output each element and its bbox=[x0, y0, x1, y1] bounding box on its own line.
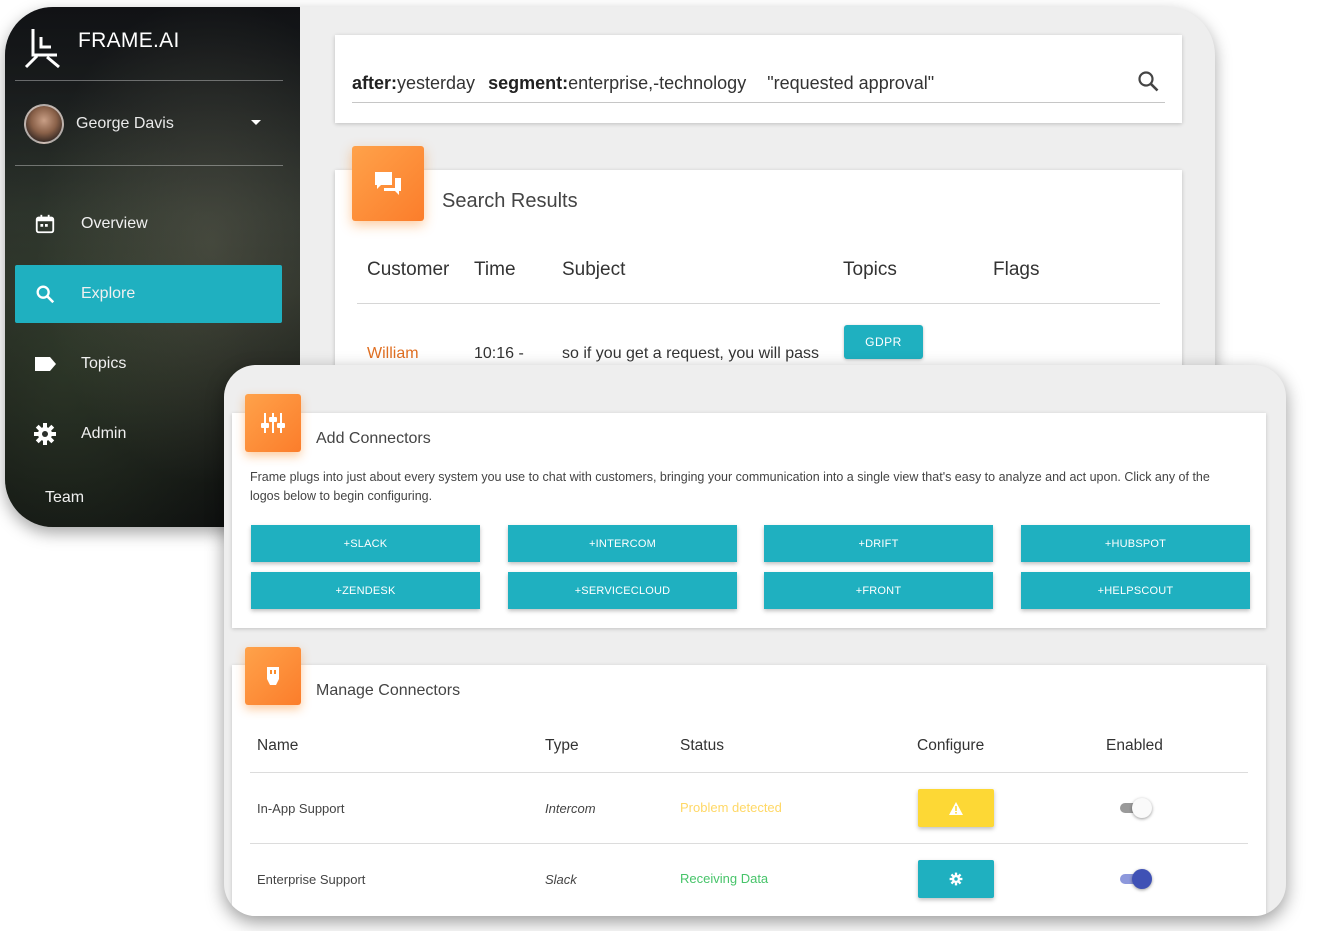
avatar[interactable] bbox=[24, 104, 64, 144]
search-value: enterprise,-technology bbox=[568, 73, 747, 93]
column-header[interactable]: Customer bbox=[367, 259, 449, 281]
chevron-down-icon[interactable] bbox=[251, 120, 261, 125]
configure-button[interactable] bbox=[918, 860, 994, 898]
topic-chip[interactable]: GDPR bbox=[844, 325, 923, 359]
add-connectors-panel: Add Connectors Frame plugs into just abo… bbox=[232, 394, 1266, 628]
column-header[interactable]: Subject bbox=[562, 259, 625, 281]
gear-icon bbox=[949, 872, 963, 886]
chat-icon bbox=[352, 146, 424, 221]
column-header: Enabled bbox=[1106, 737, 1163, 754]
column-header[interactable]: Type bbox=[545, 737, 579, 755]
sliders-icon bbox=[245, 394, 301, 452]
search-key: segment: bbox=[488, 73, 569, 93]
search-icon bbox=[33, 282, 57, 306]
sidebar-item-label: Topics bbox=[81, 355, 127, 372]
add-front-button[interactable]: +FRONT bbox=[764, 572, 993, 609]
status-badge: Receiving Data bbox=[680, 871, 769, 886]
sidebar-item-overview[interactable]: Overview bbox=[15, 195, 282, 253]
configure-button[interactable] bbox=[918, 789, 994, 827]
column-header[interactable]: Flags bbox=[993, 259, 1039, 281]
toggle-knob bbox=[1132, 798, 1152, 818]
connector-name: Enterprise Support bbox=[257, 872, 366, 887]
connector-type: Slack bbox=[545, 872, 577, 887]
connector-name: In-App Support bbox=[257, 801, 345, 816]
gear-icon bbox=[33, 422, 57, 446]
table-divider bbox=[357, 303, 1160, 304]
search-icon[interactable] bbox=[1136, 69, 1160, 93]
sidebar-item-explore[interactable]: Explore bbox=[15, 265, 282, 323]
column-header[interactable]: Time bbox=[474, 259, 516, 281]
calendar-icon bbox=[33, 212, 57, 236]
column-header[interactable]: Name bbox=[257, 737, 298, 755]
admin-window: Add Connectors Frame plugs into just abo… bbox=[224, 365, 1286, 916]
enabled-toggle[interactable] bbox=[1118, 798, 1152, 818]
sidebar-divider bbox=[15, 165, 283, 166]
add-helpscout-button[interactable]: +HELPSCOUT bbox=[1021, 572, 1250, 609]
add-zendesk-button[interactable]: +ZENDESK bbox=[251, 572, 480, 609]
promo-stage: FRAME.AI George Davis Overview Explore T… bbox=[0, 0, 1338, 931]
add-intercom-button[interactable]: +INTERCOM bbox=[508, 525, 737, 562]
sidebar-divider bbox=[15, 80, 283, 81]
frame-logo-icon bbox=[24, 29, 60, 69]
add-hubspot-button[interactable]: +HUBSPOT bbox=[1021, 525, 1250, 562]
column-header[interactable]: Topics bbox=[843, 259, 897, 281]
column-header[interactable]: Status bbox=[680, 737, 724, 755]
sidebar-section-team: Team bbox=[45, 489, 85, 506]
add-servicecloud-button[interactable]: +SERVICECLOUD bbox=[508, 572, 737, 609]
add-connectors-description: Frame plugs into just about every system… bbox=[250, 470, 1210, 503]
connector-type: Intercom bbox=[545, 801, 596, 816]
label-icon bbox=[33, 352, 57, 376]
customer-link[interactable]: William bbox=[367, 345, 419, 363]
search-bar[interactable]: after:yesterday segment:enterprise,-tech… bbox=[335, 35, 1182, 123]
manage-connectors-panel: Manage Connectors Name Type Status Confi… bbox=[232, 647, 1266, 916]
column-header: Configure bbox=[917, 737, 985, 754]
sidebar-item-label: Explore bbox=[81, 285, 136, 302]
sidebar-item-label: Admin bbox=[81, 425, 127, 442]
search-key: after: bbox=[352, 73, 398, 93]
sidebar-item-label: Overview bbox=[81, 215, 148, 232]
manage-connectors-title: Manage Connectors bbox=[316, 682, 461, 699]
search-phrase: "requested approval" bbox=[767, 73, 935, 93]
toggle-knob bbox=[1132, 869, 1152, 889]
add-slack-button[interactable]: +SLACK bbox=[251, 525, 480, 562]
row-time: 10:16 - bbox=[474, 345, 524, 362]
table-divider bbox=[250, 843, 1248, 844]
user-name[interactable]: George Davis bbox=[76, 115, 174, 133]
row-subject[interactable]: so if you get a request, you will pass bbox=[562, 345, 819, 363]
add-connectors-title: Add Connectors bbox=[316, 430, 431, 447]
warning-icon bbox=[949, 801, 963, 815]
status-badge: Problem detected bbox=[680, 800, 782, 815]
search-query[interactable]: after:yesterday segment:enterprise,-tech… bbox=[352, 73, 934, 94]
results-title: Search Results bbox=[442, 190, 578, 212]
enabled-toggle[interactable] bbox=[1118, 869, 1152, 889]
plug-icon bbox=[245, 647, 301, 705]
table-divider bbox=[250, 772, 1248, 773]
add-drift-button[interactable]: +DRIFT bbox=[764, 525, 993, 562]
search-value: yesterday bbox=[397, 73, 476, 93]
search-underline bbox=[352, 102, 1165, 103]
brand-name: FRAME.AI bbox=[78, 29, 180, 52]
